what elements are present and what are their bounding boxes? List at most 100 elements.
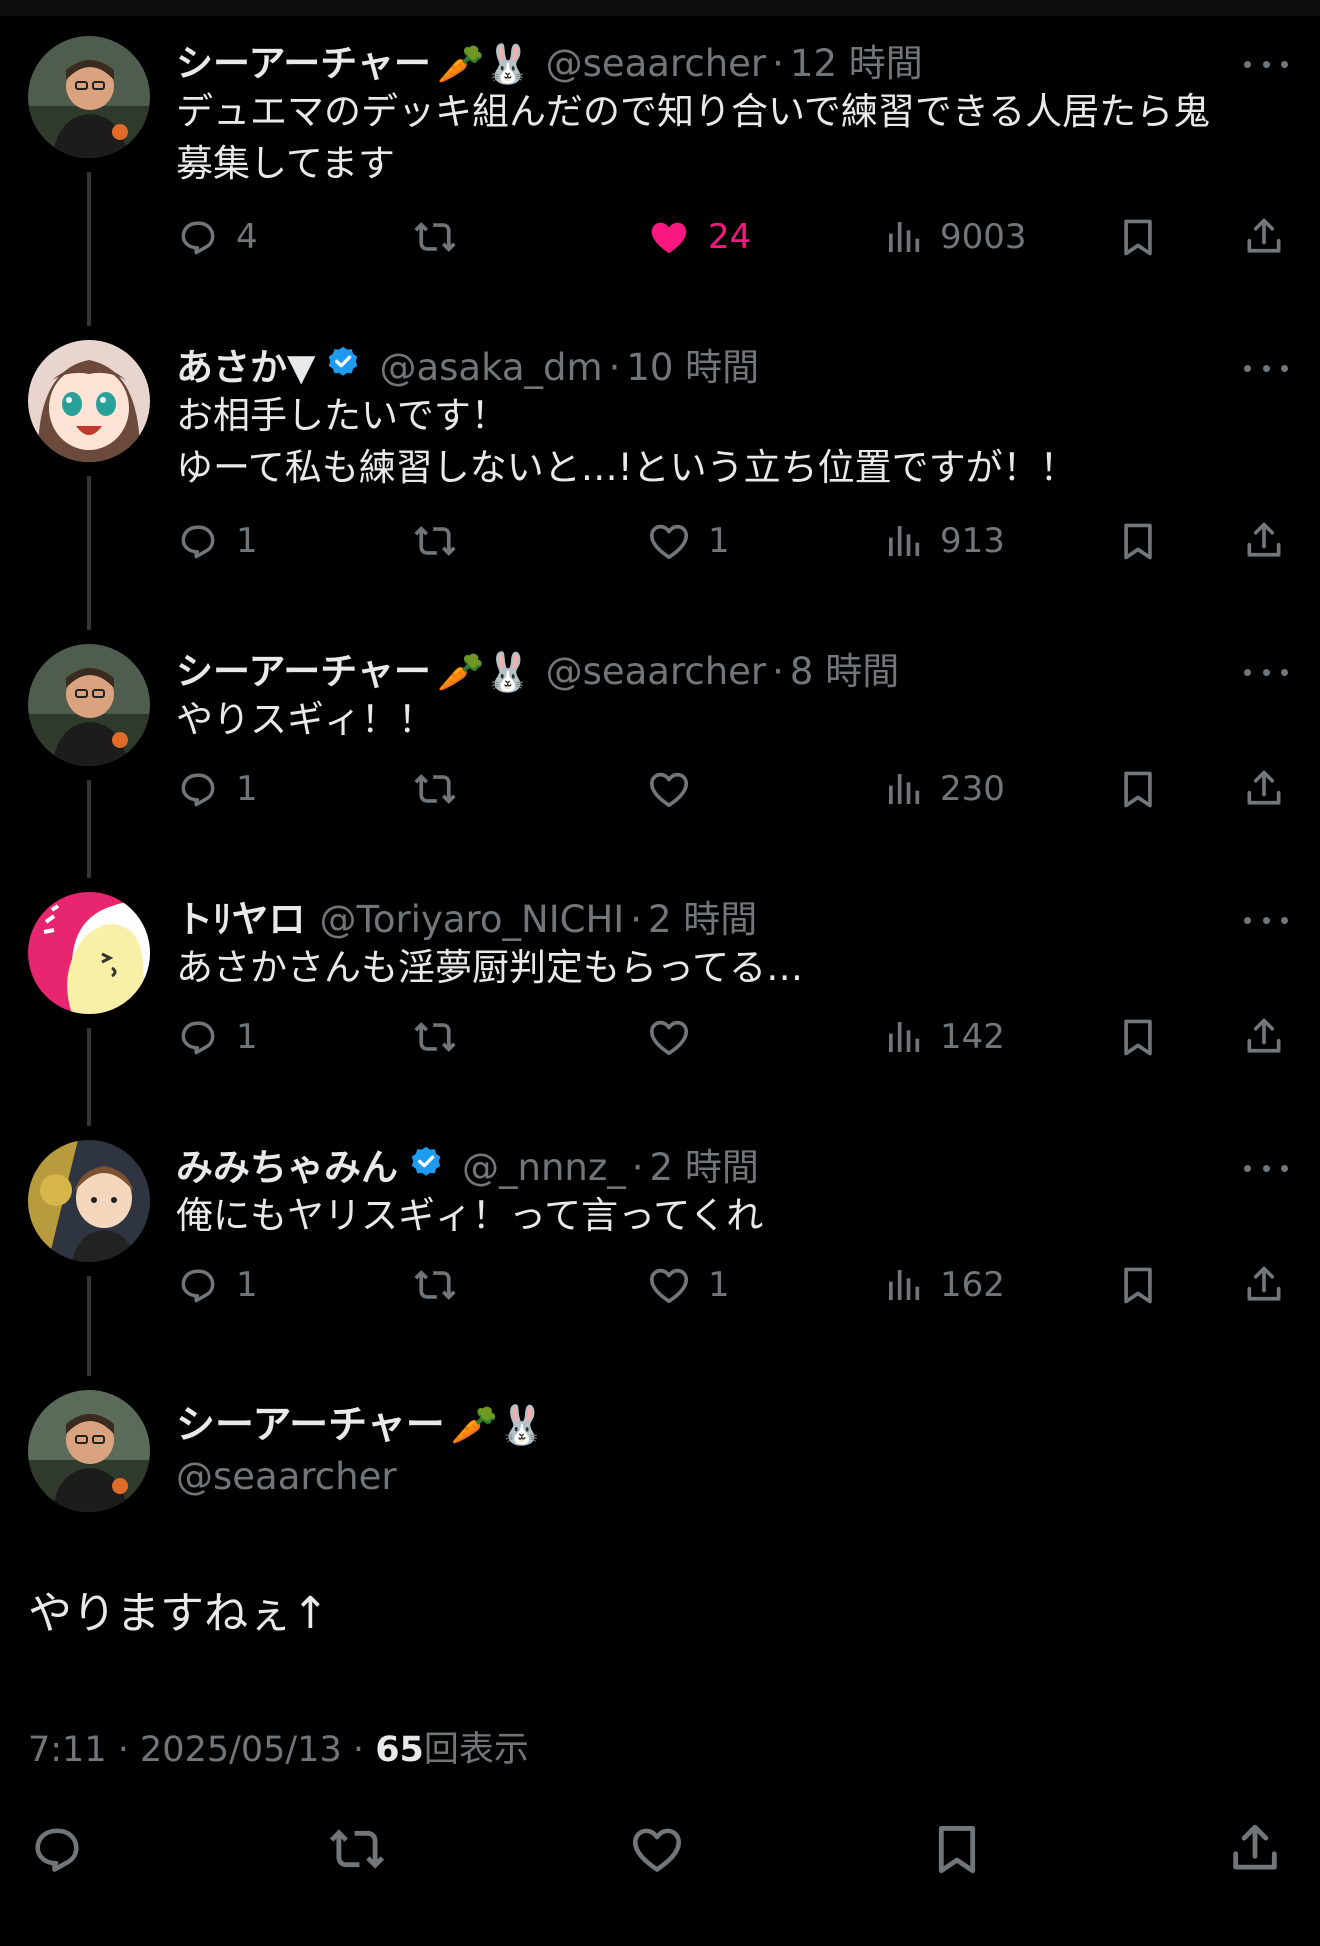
reply-author-name[interactable]: シーアーチャー [176,38,431,90]
reply-count: 1 [236,1265,258,1305]
reply-icon [176,1263,220,1307]
bookmark-icon[interactable] [1116,764,1160,814]
reply-count: 1 [236,1017,258,1057]
status-bar-strip [0,0,1320,16]
like-button[interactable]: 1 [646,1260,730,1310]
retweet-button[interactable] [410,764,476,814]
more-icon[interactable] [1244,1158,1288,1178]
reply-avatar[interactable] [28,36,150,158]
like-button[interactable] [646,764,708,814]
like-button[interactable]: 24 [646,212,751,262]
bookmark-icon[interactable] [1116,212,1160,262]
reply-icon [176,1015,220,1059]
reply-author-name[interactable]: シーアーチャー [176,646,431,698]
heart-icon [646,1262,692,1308]
reply-author-handle[interactable]: @_nnnz_ [462,1142,626,1194]
verified-badge-icon[interactable] [325,342,361,394]
reply-text: お相手したいです！ ゆーて私も練習しないと…!という立ち位置ですが！！ [176,394,1077,489]
reply-count: 1 [236,769,258,809]
reply-button[interactable]: 1 [176,764,258,814]
reply-timestamp[interactable]: 8 時間 [790,646,899,698]
retweet-button[interactable] [410,516,476,566]
main-post-handle[interactable]: @seaarcher [176,1452,397,1502]
main-post-action-bar [0,1820,1320,1904]
share-icon[interactable] [1242,516,1286,566]
share-icon[interactable] [1226,1820,1284,1882]
reply-text: 俺にもヤリスギィ！って言ってくれ [176,1194,764,1237]
view-count: 230 [940,769,1005,809]
reply-author-handle[interactable]: @seaarcher [546,646,767,698]
reply-button[interactable]: 1 [176,1012,258,1062]
views-icon [884,768,924,810]
reply-avatar[interactable] [28,340,150,462]
reply-author-name[interactable]: あさか▼ [176,342,315,394]
reply-action-bar: 1 1 913 [176,516,1296,566]
main-post-meta: 7:11 · 2025/05/13 · 65回表示 [28,1726,529,1774]
reply-icon[interactable] [28,1820,86,1882]
bookmark-icon[interactable] [1116,1260,1160,1310]
heart-icon[interactable] [628,1820,686,1882]
views-button[interactable]: 230 [884,764,1005,814]
main-post-avatar[interactable] [28,1390,150,1512]
reply-avatar[interactable] [28,892,150,1014]
views-icon [884,216,924,258]
view-count: 913 [940,521,1005,561]
header-separator: · [608,346,621,389]
view-count: 9003 [940,217,1027,257]
view-count: 162 [940,1265,1005,1305]
reply-author-handle[interactable]: @seaarcher [546,38,767,90]
reply-author-name[interactable]: トﾘヤロ [176,894,306,946]
reply-author-handle[interactable]: @asaka_dm [379,342,602,394]
main-post-author[interactable]: シーアーチャー 🥕🐰 [176,1398,545,1453]
reply-timestamp[interactable]: 2 時間 [650,1142,759,1194]
more-icon[interactable] [1244,54,1288,74]
more-icon[interactable] [1244,910,1288,930]
reply-avatar[interactable] [28,644,150,766]
reply-button[interactable]: 1 [176,516,258,566]
retweet-button[interactable] [410,1012,476,1062]
header-separator: · [631,1146,644,1189]
share-icon[interactable] [1242,764,1286,814]
share-icon[interactable] [1242,212,1286,262]
views-button[interactable]: 142 [884,1012,1005,1062]
views-button[interactable]: 9003 [884,212,1027,262]
retweet-icon [410,215,460,259]
header-separator: · [630,898,642,941]
reply-author-handle[interactable]: @Toriyaro_NICHI [320,894,625,946]
reply-button[interactable]: 1 [176,1260,258,1310]
more-icon[interactable] [1244,662,1288,682]
like-button[interactable] [646,1012,708,1062]
retweet-button[interactable] [410,212,476,262]
more-icon[interactable] [1244,358,1288,378]
verified-badge-icon[interactable] [408,1142,444,1194]
like-button[interactable]: 1 [646,516,730,566]
share-icon[interactable] [1242,1012,1286,1062]
reply-icon [176,519,220,563]
main-post-name: シーアーチャー [176,1403,445,1448]
reply-avatar[interactable] [28,1140,150,1262]
reply-author-name[interactable]: みみちゃみん [176,1142,398,1194]
reply-timestamp[interactable]: 2 時間 [648,894,757,946]
bookmark-icon[interactable] [928,1820,986,1882]
reply-action-bar: 4 24 9003 [176,212,1296,262]
thread-connector-line [87,1028,91,1126]
retweet-icon[interactable] [326,1820,388,1882]
meta-separator: · [117,1730,129,1770]
views-icon [884,1264,924,1306]
post-view-label: 回表示 [423,1730,529,1770]
bookmark-icon[interactable] [1116,1012,1160,1062]
retweet-button[interactable] [410,1260,476,1310]
bookmark-icon[interactable] [1116,516,1160,566]
reply-button[interactable]: 4 [176,212,258,262]
post-view-count[interactable]: 65 [375,1730,424,1770]
thread-connector-line [87,172,91,326]
reply-header: シーアーチャー 🥕🐰 @seaarcher · 8 時間 [176,646,899,698]
reply-timestamp[interactable]: 10 時間 [626,342,759,394]
thread-connector-line [87,1276,91,1376]
views-button[interactable]: 162 [884,1260,1005,1310]
share-icon[interactable] [1242,1260,1286,1310]
views-button[interactable]: 913 [884,516,1005,566]
reply-action-bar: 1 230 [176,764,1296,814]
retweet-icon [410,767,460,811]
reply-timestamp[interactable]: 12 時間 [790,38,923,90]
